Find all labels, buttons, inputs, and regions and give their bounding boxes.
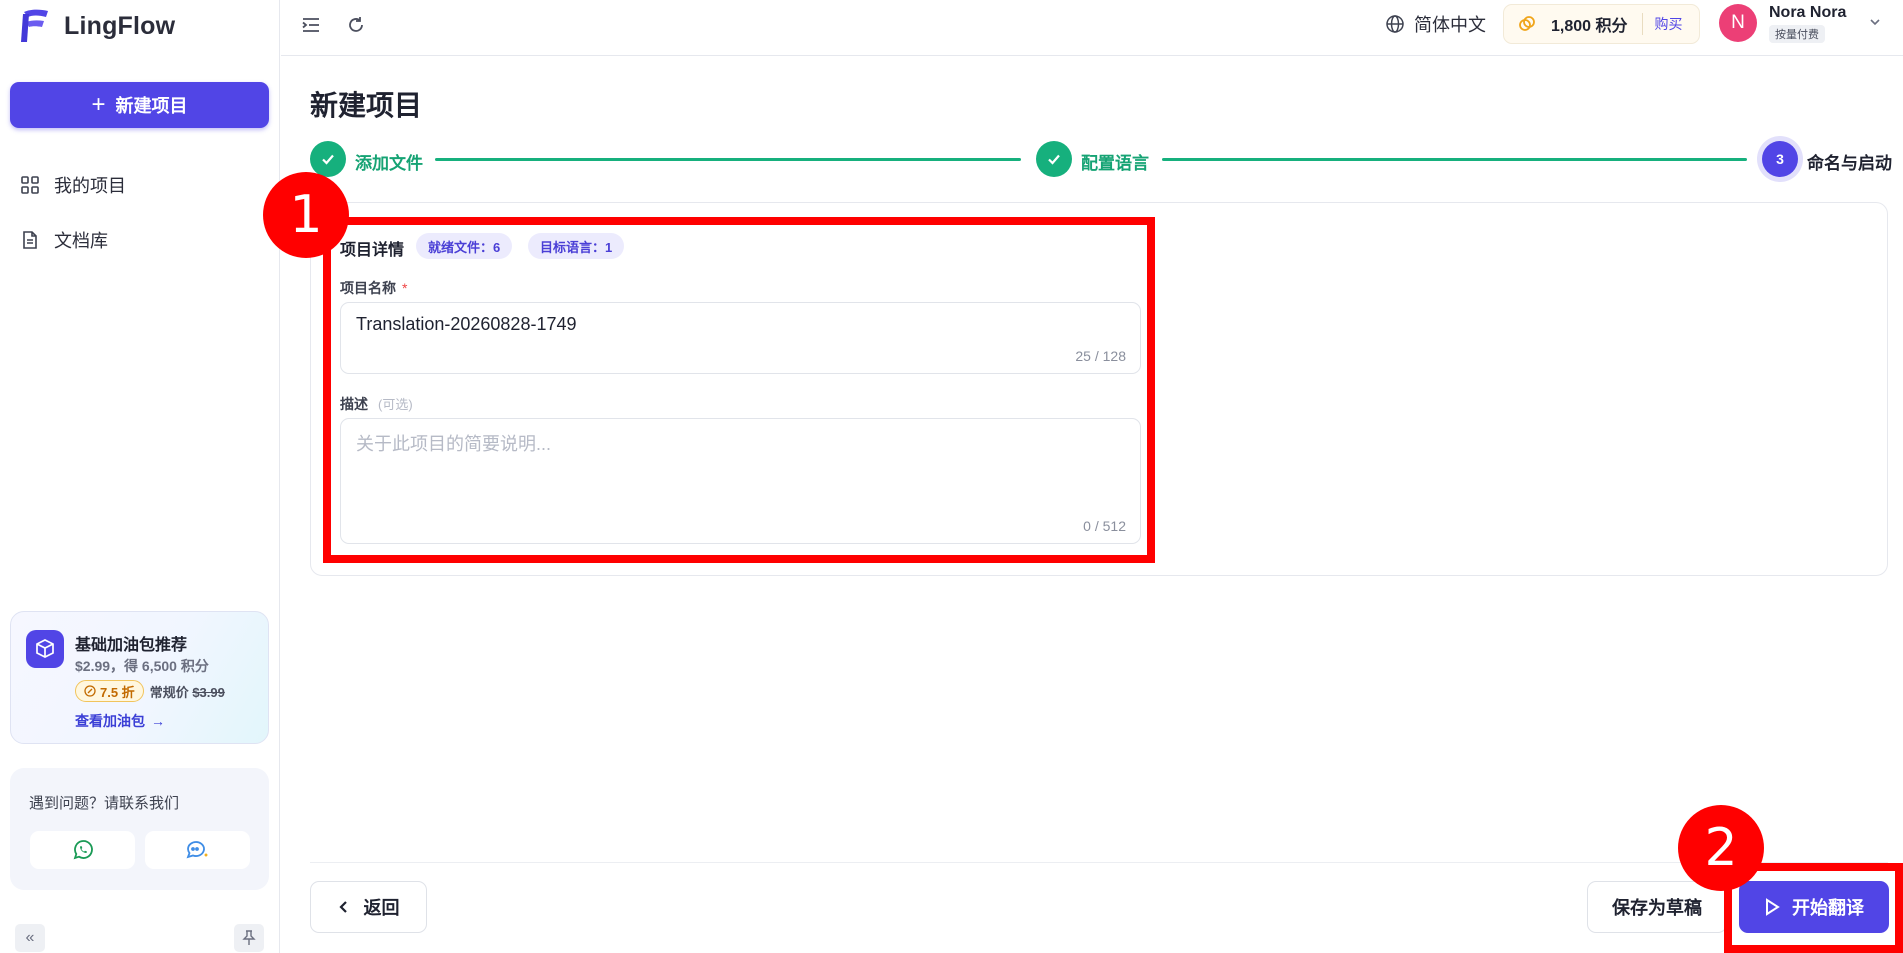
promo-card: 基础加油包推荐 $2.99，得 6,500 积分 7.5 折 常规价 $3.99… [10, 611, 269, 744]
sidebar: LingFlow + 新建项目 我的项目 文档库 基础加油包推荐 $2.99，得… [0, 0, 280, 953]
app-name: LingFlow [64, 11, 176, 40]
globe-icon [1386, 15, 1404, 33]
chat-icon [186, 841, 208, 859]
check-icon [322, 154, 334, 165]
chat-support-button[interactable] [145, 831, 250, 869]
sidebar-item-my-projects[interactable]: 我的项目 [20, 172, 126, 198]
refresh-icon[interactable] [345, 14, 367, 36]
pin-sidebar-button[interactable] [234, 924, 264, 952]
credits-amount: 1,800 积分 [1551, 18, 1628, 35]
package-icon [26, 630, 64, 668]
discount-label: 7.5 折 [100, 684, 135, 700]
back-label: 返回 [363, 898, 400, 918]
regular-price-value: $3.99 [192, 684, 225, 700]
plan-badge: 按量付费 [1769, 25, 1825, 43]
pin-icon [242, 930, 256, 945]
footer-divider [310, 862, 1888, 863]
view-packages-link[interactable]: 查看加油包 → [75, 711, 165, 731]
save-draft-button[interactable]: 保存为草稿 [1587, 881, 1727, 933]
chevron-down-icon[interactable] [1868, 15, 1882, 29]
whatsapp-icon [73, 840, 93, 860]
step-connector [435, 158, 1021, 161]
lingflow-logo-icon [21, 9, 48, 42]
new-project-button[interactable]: + 新建项目 [10, 82, 269, 128]
plus-icon: + [91, 91, 106, 118]
regular-price-label: 常规价 [149, 684, 189, 700]
view-packages-label: 查看加油包 [75, 713, 145, 729]
whatsapp-button[interactable] [30, 831, 135, 869]
step-2-label: 配置语言 [1081, 154, 1149, 173]
double-chevron-left-icon: « [25, 929, 35, 946]
regular-price: 常规价 $3.99 [150, 682, 225, 701]
document-icon [23, 231, 37, 249]
discount-badge: 7.5 折 [75, 680, 144, 702]
step-1-indicator [310, 141, 346, 177]
coins-icon [1519, 16, 1535, 31]
buy-credits-link[interactable]: 购买 [1655, 14, 1683, 34]
language-label: 简体中文 [1414, 15, 1486, 35]
step-2-indicator [1036, 141, 1072, 177]
check-icon [1048, 154, 1060, 165]
help-card: 遇到问题？请联系我们 [10, 768, 269, 890]
annotation-number-2: 2 [1678, 805, 1764, 891]
language-selector[interactable]: 简体中文 [1385, 11, 1486, 37]
chevron-left-icon [338, 901, 347, 913]
percent-icon [84, 685, 96, 697]
page-title: 新建项目 [310, 90, 423, 121]
step-1-label: 添加文件 [355, 154, 423, 173]
sidebar-item-label: 我的项目 [54, 176, 126, 196]
user-name[interactable]: Nora Nora [1769, 4, 1846, 22]
annotation-box-1 [323, 217, 1155, 563]
promo-discount-row: 7.5 折 常规价 $3.99 [75, 680, 225, 702]
logo[interactable]: LingFlow [20, 6, 175, 46]
sidebar-item-label: 文档库 [54, 231, 108, 251]
collapse-sidebar-button[interactable]: « [15, 924, 45, 952]
new-project-label: 新建项目 [115, 96, 188, 116]
annotation-number-1: 1 [263, 172, 349, 258]
promo-title: 基础加油包推荐 [75, 637, 188, 654]
avatar[interactable]: N [1719, 4, 1757, 42]
credits-widget: 1,800 积分 购买 [1503, 4, 1700, 44]
promo-price: $2.99，得 6,500 积分 [75, 658, 209, 674]
step-connector [1162, 158, 1747, 161]
menu-collapse-icon[interactable] [300, 14, 322, 36]
credits-divider [1641, 13, 1643, 35]
sidebar-item-document-library[interactable]: 文档库 [20, 227, 108, 253]
step-3-label: 命名与启动 [1807, 154, 1892, 173]
grid-icon [21, 176, 39, 194]
arrow-right-icon: → [151, 713, 165, 729]
step-3-indicator: 3 [1762, 141, 1798, 177]
back-button[interactable]: 返回 [310, 881, 427, 933]
help-text: 遇到问题？请联系我们 [29, 795, 180, 812]
